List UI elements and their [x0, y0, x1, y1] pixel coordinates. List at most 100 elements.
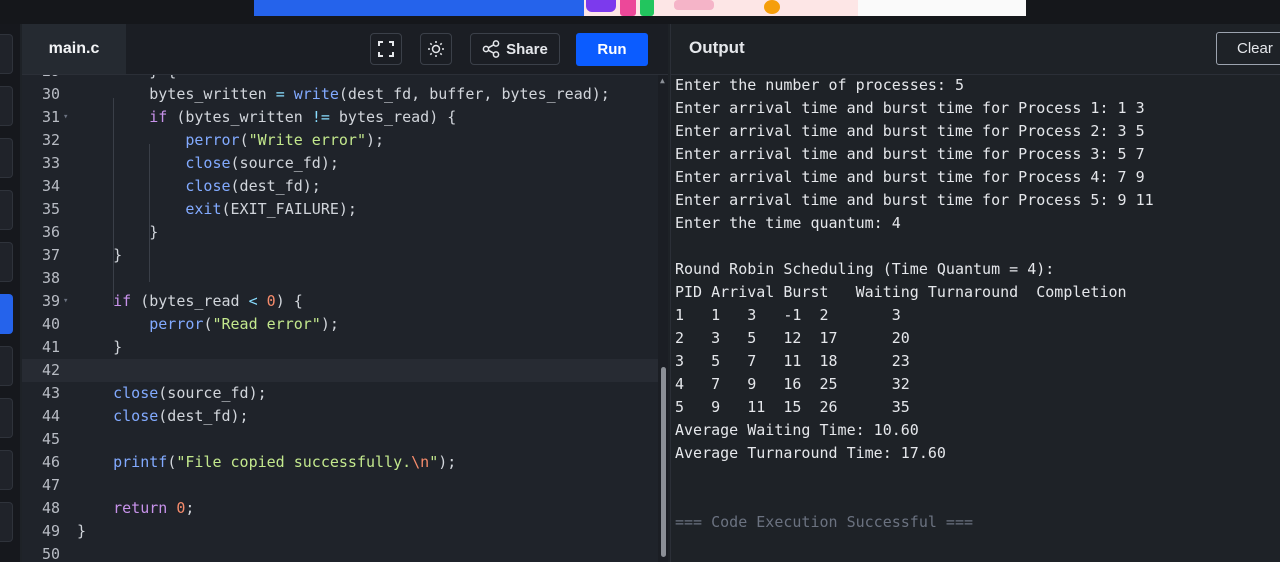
code-line[interactable]: 48 return 0;	[22, 497, 658, 520]
output-line: Average Waiting Time: 10.60	[675, 421, 919, 439]
output-line: PID Arrival Burst Waiting Turnaround Com…	[675, 283, 1127, 301]
code-token: (dest_fd, buffer, bytes_read);	[338, 85, 610, 103]
sidebar-button[interactable]	[0, 346, 13, 386]
line-number: 50	[41, 545, 60, 562]
code-line[interactable]: 44 close(dest_fd);	[22, 405, 658, 428]
sidebar-button[interactable]	[0, 34, 13, 74]
code-token: \n	[411, 453, 430, 471]
code-line[interactable]: 32 perror("Write error");	[22, 129, 658, 152]
code-line[interactable]: 37 }	[22, 244, 658, 267]
code-line[interactable]: 46 printf("File copied successfully.\n")…	[22, 451, 658, 474]
sidebar-button[interactable]	[0, 450, 13, 490]
sidebar-button[interactable]	[0, 86, 13, 126]
code-token: "Write error"	[248, 131, 366, 149]
line-number: 30	[41, 85, 60, 103]
run-button[interactable]: Run	[576, 33, 648, 66]
code-line[interactable]: 39 ▾ if (bytes_read < 0) {	[22, 290, 658, 313]
code-token: return	[113, 499, 168, 517]
sidebar-button[interactable]	[0, 502, 13, 542]
app-root: main.c Share Run 30 bytes_written = writ…	[0, 0, 1280, 562]
code-line[interactable]: 29 } {	[22, 75, 658, 83]
sidebar-button-active[interactable]	[0, 294, 13, 334]
code-token: 0	[266, 292, 276, 310]
code-token: perror	[185, 131, 240, 149]
code-token: );	[320, 315, 339, 333]
code-line[interactable]: 40 perror("Read error");	[22, 313, 658, 336]
code-line[interactable]: 47	[22, 474, 658, 497]
code-token: if	[149, 108, 168, 126]
code-text: close(source_fd);	[77, 382, 267, 405]
code-line[interactable]: 35 exit(EXIT_FAILURE);	[22, 198, 658, 221]
code-line[interactable]: 50	[22, 543, 658, 562]
line-number: 34	[41, 177, 60, 195]
code-text: }	[77, 244, 122, 267]
fullscreen-icon	[378, 41, 394, 57]
sidebar-button[interactable]	[0, 190, 13, 230]
code-token: ) {	[275, 292, 303, 310]
code-line[interactable]: 49}	[22, 520, 658, 543]
code-text: close(source_fd);	[77, 152, 339, 175]
output-title: Output	[689, 38, 745, 57]
sidebar-button[interactable]	[0, 242, 13, 282]
code-token: }	[77, 338, 123, 356]
line-number: 36	[41, 223, 60, 241]
code-line[interactable]: 33 close(source_fd);	[22, 152, 658, 175]
code-line[interactable]: 45	[22, 428, 658, 451]
code-text: close(dest_fd);	[77, 175, 320, 198]
code-line[interactable]: 31 ▾ if (bytes_written != bytes_read) {	[22, 106, 658, 129]
scroll-up-arrow-icon[interactable]: ▲	[660, 76, 665, 85]
code-token: (source_fd);	[230, 154, 339, 172]
output-line: 5 9 11 15 26 35	[675, 398, 910, 416]
code-line[interactable]: 42	[22, 359, 658, 382]
code-token: perror	[149, 315, 204, 333]
code-line[interactable]: 41 }	[22, 336, 658, 359]
theme-toggle-button[interactable]	[420, 33, 452, 65]
code-line[interactable]: 34 close(dest_fd);	[22, 175, 658, 198]
code-text: }	[77, 520, 86, 543]
ad-banner[interactable]	[254, 0, 1026, 16]
code-token: }	[77, 246, 123, 264]
code-token: }	[77, 223, 159, 241]
line-number: 47	[41, 476, 60, 494]
file-tab[interactable]: main.c	[22, 24, 126, 74]
output-header: Output Clear	[671, 24, 1280, 75]
code-line[interactable]: 36 }	[22, 221, 658, 244]
fold-chevron-icon[interactable]: ▾	[63, 290, 68, 313]
line-number: 35	[41, 200, 60, 218]
code-token: "	[429, 453, 439, 471]
code-editor-panel: main.c Share Run 30 bytes_written = writ…	[22, 24, 668, 562]
code-token: close	[113, 407, 159, 425]
output-line: Enter the time quantum: 4	[675, 214, 901, 232]
code-token: bytes_written	[77, 85, 276, 103]
editor-toolbar: main.c Share Run	[22, 24, 668, 75]
line-number: 32	[41, 131, 60, 149]
code-line[interactable]: 43 close(source_fd);	[22, 382, 658, 405]
sidebar-button[interactable]	[0, 138, 13, 178]
line-number: 38	[41, 269, 60, 287]
line-number: 40	[41, 315, 60, 333]
output-line: Enter arrival time and burst time for Pr…	[675, 122, 1145, 140]
editor-scrollbar-thumb[interactable]	[661, 367, 666, 557]
code-area[interactable]: 29 } {30 bytes_written = write(dest_fd, …	[22, 75, 658, 562]
fold-chevron-icon[interactable]: ▾	[63, 106, 68, 129]
code-token: (	[167, 453, 177, 471]
fullscreen-button[interactable]	[370, 33, 402, 65]
code-text: printf("File copied successfully.\n");	[77, 451, 456, 474]
code-token: printf	[113, 453, 168, 471]
code-token: "Read error"	[212, 315, 321, 333]
share-button[interactable]: Share	[470, 33, 560, 65]
code-token: close	[185, 154, 231, 172]
code-line[interactable]: 30 bytes_written = write(dest_fd, buffer…	[22, 83, 658, 106]
sidebar-button[interactable]	[0, 398, 13, 438]
code-line[interactable]: 38	[22, 267, 658, 290]
clear-button[interactable]: Clear	[1216, 32, 1280, 65]
